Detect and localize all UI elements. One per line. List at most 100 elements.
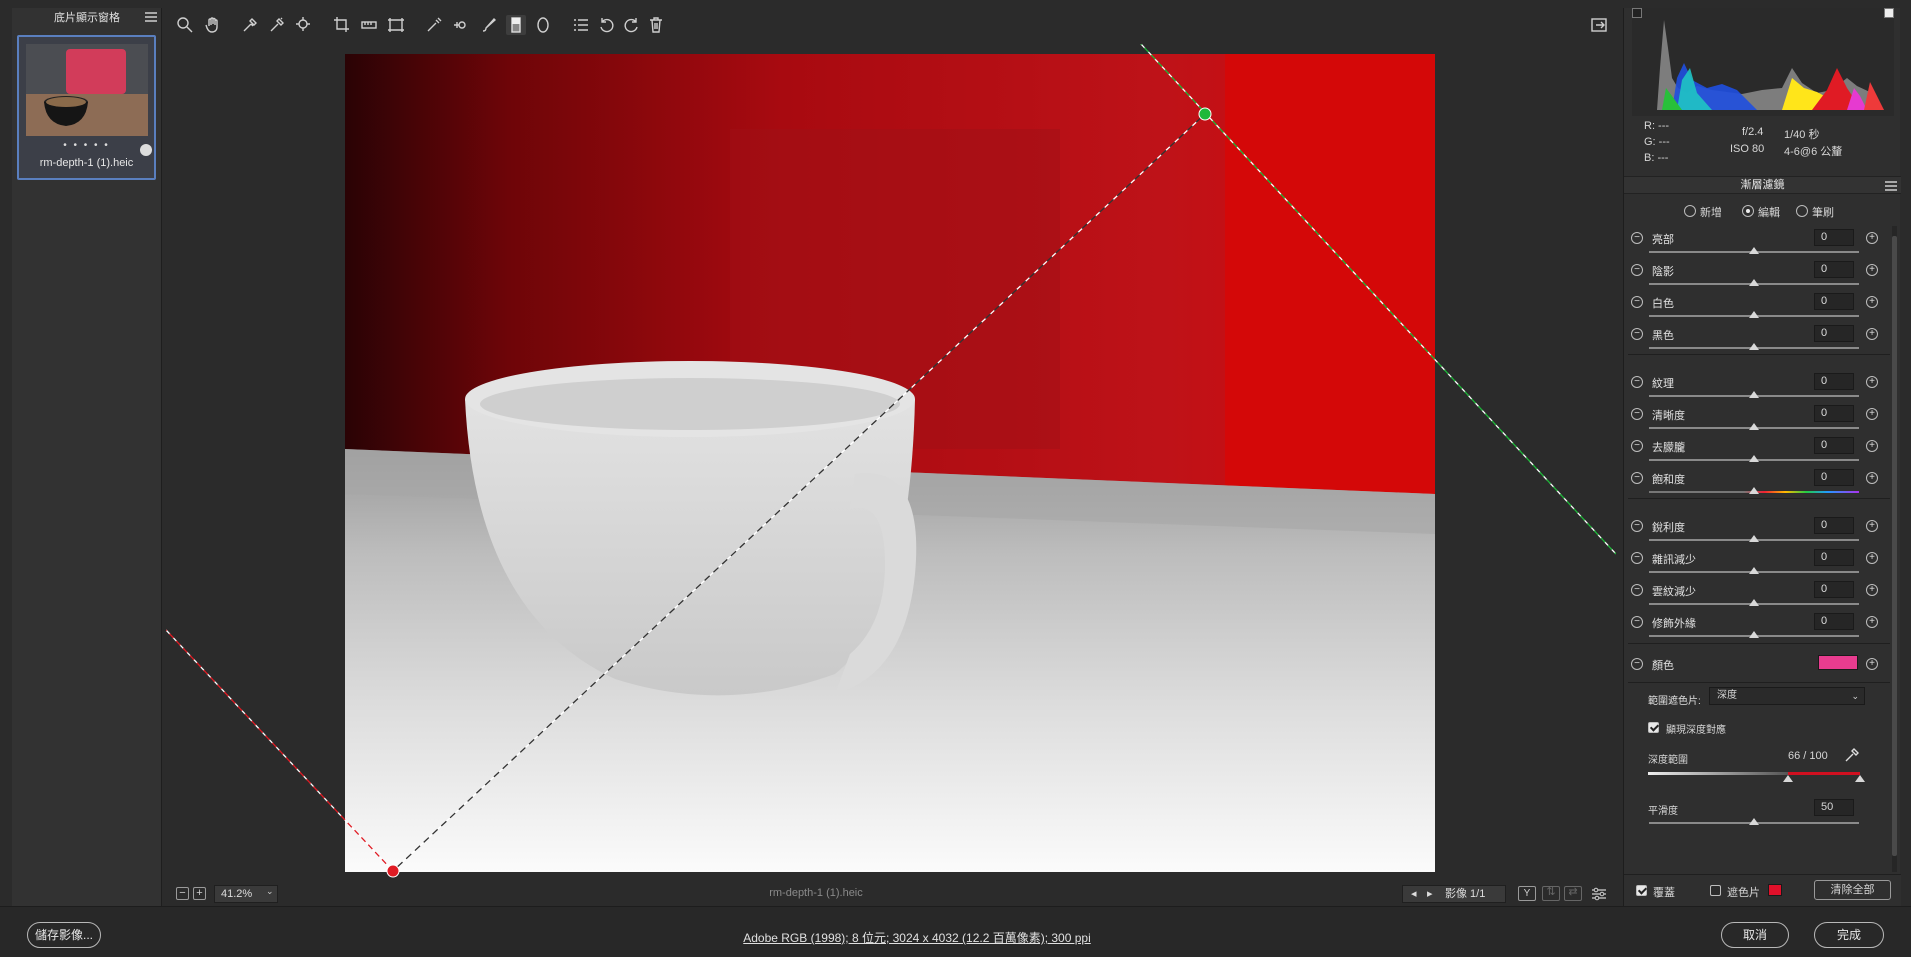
plus-icon[interactable]: + xyxy=(1866,328,1878,340)
highlight-clipping-icon[interactable] xyxy=(1884,8,1894,18)
plus-icon[interactable]: + xyxy=(1866,408,1878,420)
plus-icon[interactable]: + xyxy=(1866,584,1878,596)
settings-icon[interactable] xyxy=(1591,886,1607,902)
plus-icon[interactable]: + xyxy=(1866,552,1878,564)
eyedropper-icon[interactable] xyxy=(1844,747,1860,763)
minus-icon[interactable]: − xyxy=(1631,376,1643,388)
smoothness-input[interactable]: 50 xyxy=(1814,799,1854,816)
next-image-icon[interactable]: ▸ xyxy=(1427,886,1433,902)
done-button[interactable]: 完成 xyxy=(1814,922,1884,948)
plus-icon[interactable]: + xyxy=(1866,520,1878,532)
panel-scrollbar[interactable] xyxy=(1892,226,1897,872)
workflow-options-link[interactable]: Adobe RGB (1998); 8 位元; 3024 x 4032 (12.… xyxy=(0,929,1834,946)
plus-icon[interactable]: + xyxy=(1866,440,1878,452)
color-plus-icon[interactable]: + xyxy=(1866,658,1878,670)
slider-value-input[interactable]: 0 xyxy=(1814,581,1854,598)
cancel-button[interactable]: 取消 xyxy=(1721,922,1789,948)
rotate-ccw-icon[interactable] xyxy=(597,15,617,35)
image-canvas[interactable] xyxy=(166,44,1616,880)
slider-value-input[interactable]: 0 xyxy=(1814,261,1854,278)
presets-icon[interactable] xyxy=(571,15,591,35)
slider-value-input[interactable]: 0 xyxy=(1814,613,1854,630)
minus-icon[interactable]: − xyxy=(1631,264,1643,276)
mode-radio-0[interactable] xyxy=(1684,205,1696,217)
hand-icon[interactable] xyxy=(203,15,223,35)
plus-icon[interactable]: + xyxy=(1866,264,1878,276)
minus-icon[interactable]: − xyxy=(1631,472,1643,484)
panel-menu-icon[interactable] xyxy=(145,12,157,22)
mask-checkbox[interactable] xyxy=(1710,885,1721,896)
slider-handle[interactable] xyxy=(1749,631,1759,638)
trash-icon[interactable] xyxy=(646,15,666,35)
slider-handle[interactable] xyxy=(1749,311,1759,318)
shadow-clipping-icon[interactable] xyxy=(1632,8,1642,18)
slider-handle[interactable] xyxy=(1749,247,1759,254)
slider-handle[interactable] xyxy=(1749,599,1759,606)
filmstrip-thumbnail[interactable]: • • • • • rm-depth-1 (1).heic xyxy=(17,35,156,180)
mode-radio-1[interactable] xyxy=(1742,205,1754,217)
minus-icon[interactable]: − xyxy=(1631,232,1643,244)
target-adjust-icon[interactable] xyxy=(294,15,314,35)
panel-menu-icon[interactable] xyxy=(1885,181,1897,191)
minus-icon[interactable]: − xyxy=(1631,520,1643,532)
graduated-filter-guides[interactable] xyxy=(166,44,1616,880)
red-eye-icon[interactable] xyxy=(451,15,471,35)
crop-icon[interactable] xyxy=(332,15,352,35)
plus-icon[interactable]: + xyxy=(1866,472,1878,484)
white-balance-icon[interactable] xyxy=(240,15,260,35)
swap-icon[interactable]: ⇄ xyxy=(1564,886,1582,901)
plus-icon[interactable]: + xyxy=(1866,376,1878,388)
slider-handle[interactable] xyxy=(1749,343,1759,350)
zoom-icon[interactable] xyxy=(175,15,195,35)
plus-icon[interactable]: + xyxy=(1866,616,1878,628)
depth-range-slider[interactable] xyxy=(1648,772,1860,775)
slider-value-input[interactable]: 0 xyxy=(1814,437,1854,454)
minus-icon[interactable]: − xyxy=(1631,584,1643,596)
minus-icon[interactable]: − xyxy=(1631,616,1643,628)
slider-value-input[interactable]: 0 xyxy=(1814,293,1854,310)
rating-dots[interactable]: • • • • • xyxy=(19,140,154,151)
open-image-icon[interactable] xyxy=(1589,15,1609,35)
minus-icon[interactable]: − xyxy=(1631,328,1643,340)
rotate-cw-icon[interactable] xyxy=(621,15,641,35)
mode-radio-2[interactable] xyxy=(1796,205,1808,217)
radial-filter-icon[interactable] xyxy=(533,15,553,35)
slider-handle[interactable] xyxy=(1749,279,1759,286)
before-after-icon[interactable]: ⇅ xyxy=(1542,886,1560,901)
slider-value-input[interactable]: 0 xyxy=(1814,373,1854,390)
slider-value-input[interactable]: 0 xyxy=(1814,549,1854,566)
range-mask-select[interactable]: 深度 ⌄ xyxy=(1709,687,1865,705)
view-mode-button[interactable]: Y xyxy=(1518,886,1536,901)
transform-icon[interactable] xyxy=(386,15,406,35)
slider-handle[interactable] xyxy=(1749,455,1759,462)
slider-handle[interactable] xyxy=(1749,567,1759,574)
graduated-filter-icon[interactable] xyxy=(506,15,526,35)
straighten-icon[interactable] xyxy=(359,15,379,35)
slider-handle[interactable] xyxy=(1749,391,1759,398)
slider-handle[interactable] xyxy=(1749,487,1759,494)
minus-icon[interactable]: − xyxy=(1631,296,1643,308)
plus-icon[interactable]: + xyxy=(1866,232,1878,244)
slider-value-input[interactable]: 0 xyxy=(1814,229,1854,246)
depth-range-high-handle[interactable] xyxy=(1855,775,1865,782)
adjustment-brush-icon[interactable] xyxy=(479,15,499,35)
smoothness-handle[interactable] xyxy=(1749,818,1759,825)
spot-removal-icon[interactable] xyxy=(424,15,444,35)
color-swatch[interactable] xyxy=(1818,655,1858,670)
depth-range-low-handle[interactable] xyxy=(1782,775,1793,782)
show-depth-checkbox[interactable] xyxy=(1648,722,1659,733)
mask-color-swatch[interactable] xyxy=(1768,884,1782,896)
minus-icon[interactable]: − xyxy=(1631,408,1643,420)
minus-icon[interactable]: − xyxy=(1631,440,1643,452)
prev-image-icon[interactable]: ◂ xyxy=(1411,886,1417,902)
color-sampler-icon[interactable] xyxy=(267,15,287,35)
slider-handle[interactable] xyxy=(1749,535,1759,542)
slider-value-input[interactable]: 0 xyxy=(1814,325,1854,342)
minus-icon[interactable]: − xyxy=(1631,552,1643,564)
clear-all-button[interactable]: 清除全部 xyxy=(1814,880,1891,900)
slider-value-input[interactable]: 0 xyxy=(1814,405,1854,422)
slider-value-input[interactable]: 0 xyxy=(1814,517,1854,534)
overlay-checkbox[interactable] xyxy=(1636,885,1647,896)
slider-handle[interactable] xyxy=(1749,423,1759,430)
plus-icon[interactable]: + xyxy=(1866,296,1878,308)
